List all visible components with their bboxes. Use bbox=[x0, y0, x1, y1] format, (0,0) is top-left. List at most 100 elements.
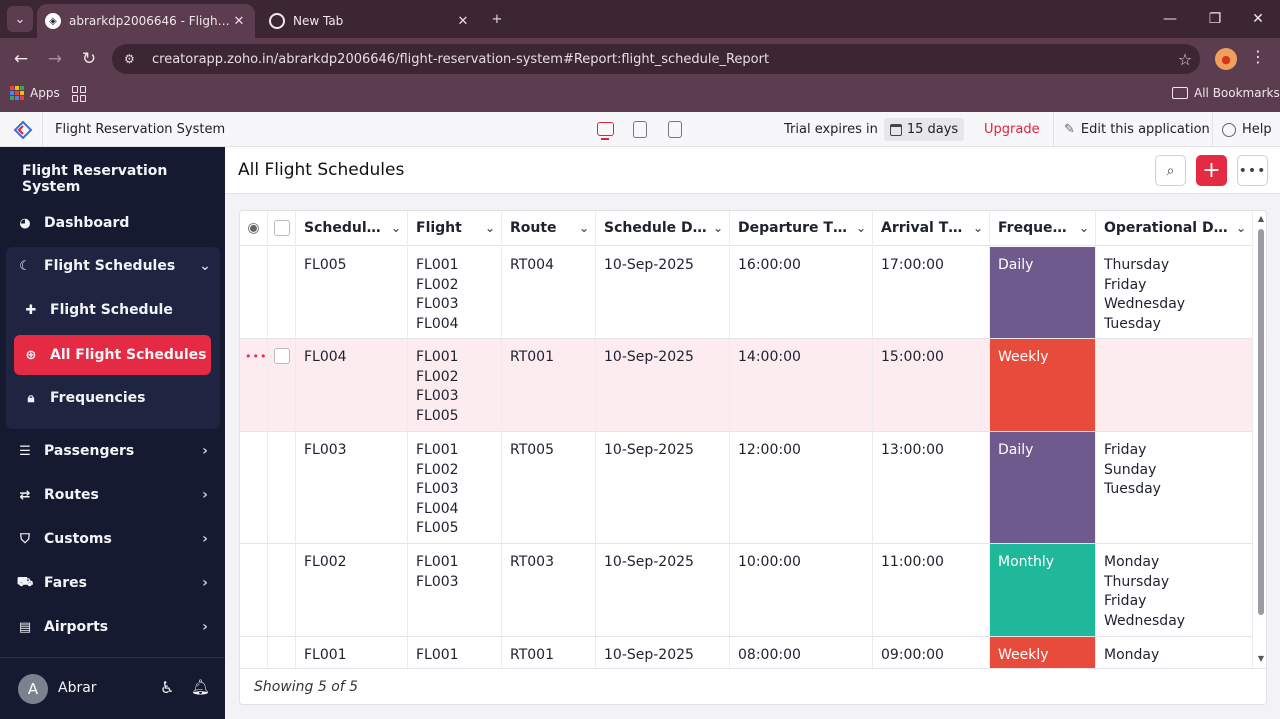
tab-close-icon[interactable]: ✕ bbox=[455, 14, 471, 29]
column-header-arrival-time[interactable]: Arrival Ti... ⌄ bbox=[873, 211, 990, 246]
route-icon: ⇄ bbox=[19, 487, 31, 503]
column-dropdown-chevron-icon[interactable]: ⌄ bbox=[850, 221, 872, 235]
add-record-button[interactable]: + bbox=[1196, 155, 1227, 186]
column-header-schedule-id[interactable]: Schedule... ⌄ bbox=[296, 211, 408, 246]
back-arrow-icon[interactable]: ← bbox=[8, 46, 34, 72]
row-actions-cell[interactable] bbox=[240, 247, 268, 339]
bookmark-apps[interactable]: Apps bbox=[10, 86, 60, 100]
profile-avatar-icon[interactable]: ● bbox=[1215, 48, 1237, 70]
vertical-scrollbar[interactable]: ▲ ▼ bbox=[1254, 211, 1266, 668]
chevron-right-icon: › bbox=[202, 575, 208, 591]
restore-icon[interactable]: ❐ bbox=[1197, 6, 1233, 32]
sidebar-item-frequencies[interactable]: 🔒︎ Frequencies bbox=[14, 378, 211, 418]
search-button[interactable]: ⌕ bbox=[1155, 155, 1186, 186]
column-dropdown-chevron-icon[interactable]: ⌄ bbox=[479, 221, 501, 235]
cell-operational-days: Monday bbox=[1096, 637, 1253, 668]
url-text: creatorapp.zoho.in/abrarkdp2006646/fligh… bbox=[152, 51, 770, 67]
column-dropdown-chevron-icon[interactable]: ⌄ bbox=[573, 221, 595, 235]
address-bar[interactable]: ⚙ creatorapp.zoho.in/abrarkdp2006646/fli… bbox=[112, 44, 1200, 74]
edit-application-button[interactable]: ✎ Edit this application bbox=[1064, 122, 1210, 137]
tab-active[interactable]: ◈ abrarkdp2006646 - Flight Rese ✕ bbox=[37, 4, 255, 38]
row-actions-cell[interactable]: ••• bbox=[240, 339, 268, 432]
column-dropdown-chevron-icon[interactable]: ⌄ bbox=[385, 221, 407, 235]
sidebar-item-label: Airports bbox=[44, 619, 109, 635]
zoho-creator-logo-icon[interactable] bbox=[12, 120, 34, 140]
column-header-schedule-date[interactable]: Schedule D... ⌄ bbox=[596, 211, 730, 246]
column-dropdown-chevron-icon[interactable]: ⌄ bbox=[707, 221, 729, 235]
sidebar-item-label: Passengers bbox=[44, 443, 135, 459]
window-close-icon[interactable]: ✕ bbox=[1240, 6, 1276, 32]
column-header-operational-days[interactable]: Operational Da... ⌄ bbox=[1096, 211, 1253, 246]
bookmark-star-icon[interactable]: ☆ bbox=[1170, 50, 1200, 69]
row-select-cell bbox=[268, 339, 296, 432]
frequency-badge: Daily bbox=[990, 432, 1096, 544]
sidebar-item-passengers[interactable]: ☰ Passengers › bbox=[8, 431, 214, 471]
minimize-icon[interactable]: — bbox=[1152, 6, 1188, 32]
bookmarks-bar: Apps All Bookmarks bbox=[0, 80, 1280, 112]
tab-groups-icon[interactable] bbox=[72, 86, 88, 102]
browser-menu-icon[interactable]: ⋮ bbox=[1248, 47, 1268, 71]
avatar[interactable]: A bbox=[18, 674, 48, 704]
column-header-route[interactable]: Route ⌄ bbox=[502, 211, 596, 246]
chevron-right-icon: › bbox=[202, 443, 208, 459]
column-header-departure-time[interactable]: Departure Ti... ⌄ bbox=[730, 211, 873, 246]
row-actions-cell[interactable] bbox=[240, 637, 268, 668]
cell-flight-list: FL001 FL002 FL003 FL004 FL005 bbox=[408, 432, 502, 544]
scroll-down-arrow-icon[interactable]: ▼ bbox=[1256, 654, 1266, 663]
column-header-flight-list[interactable]: Flight ⌄ bbox=[408, 211, 502, 246]
record-count: Showing 5 of 5 bbox=[254, 679, 359, 695]
row-actions-dots-icon[interactable]: ••• bbox=[245, 347, 267, 367]
accessibility-icon[interactable]: ♿︎ bbox=[160, 678, 174, 697]
help-button[interactable]: Help bbox=[1222, 122, 1272, 137]
reload-icon[interactable]: ↻ bbox=[76, 46, 102, 72]
new-tab-plus-icon[interactable]: + bbox=[484, 6, 510, 32]
sidebar-item-label: Frequencies bbox=[50, 390, 146, 406]
cell-route: RT004 bbox=[502, 247, 596, 339]
sidebar-item-all-flight-schedules[interactable]: ⊕ All Flight Schedules bbox=[14, 335, 211, 375]
forward-arrow-icon[interactable]: → bbox=[42, 46, 68, 72]
column-header-label: Arrival Ti... bbox=[881, 220, 967, 236]
edit-label: Edit this application bbox=[1080, 122, 1210, 137]
bell-icon[interactable]: 🔔︎ bbox=[191, 678, 210, 696]
column-header-frequency[interactable]: Frequen... ⌄ bbox=[990, 211, 1096, 246]
chevron-right-icon: › bbox=[202, 619, 208, 635]
column-visibility-header[interactable]: ◉ bbox=[240, 211, 268, 246]
site-settings-icon[interactable]: ⚙ bbox=[124, 52, 146, 66]
more-options-button[interactable]: ••• bbox=[1237, 155, 1268, 186]
cell-departure-time: 12:00:00 bbox=[730, 432, 873, 544]
browser-toolbar: ← → ↻ ⚙ creatorapp.zoho.in/abrarkdp20066… bbox=[0, 38, 1280, 80]
all-bookmarks[interactable]: All Bookmarks bbox=[1172, 86, 1280, 100]
column-header-label: Flight bbox=[416, 220, 462, 236]
row-actions-cell[interactable] bbox=[240, 544, 268, 637]
select-all-checkbox[interactable] bbox=[274, 220, 290, 236]
user-name[interactable]: Abrar bbox=[58, 680, 97, 696]
app-top-bar: Flight Reservation System Trial expires … bbox=[0, 112, 1280, 147]
row-actions-cell[interactable] bbox=[240, 432, 268, 544]
scroll-up-arrow-icon[interactable]: ▲ bbox=[1256, 214, 1266, 223]
tab-new-tab[interactable]: New Tab ✕ bbox=[261, 4, 479, 38]
sidebar-item-airports[interactable]: ▤ Airports › bbox=[8, 607, 214, 647]
sidebar-item-flight-schedule[interactable]: ✚ Flight Schedule bbox=[14, 290, 211, 330]
tablet-view-icon[interactable] bbox=[633, 121, 647, 138]
upgrade-link[interactable]: Upgrade bbox=[984, 122, 1040, 137]
apps-grid-icon bbox=[10, 86, 24, 100]
sidebar-item-dashboard[interactable]: ◕ Dashboard bbox=[8, 203, 205, 243]
column-dropdown-chevron-icon[interactable]: ⌄ bbox=[1073, 221, 1095, 235]
sidebar-item-fares[interactable]: ⛟ Fares › bbox=[8, 563, 214, 603]
column-dropdown-chevron-icon[interactable]: ⌄ bbox=[967, 221, 989, 235]
sidebar-item-routes[interactable]: ⇄ Routes › bbox=[8, 475, 214, 515]
row-checkbox[interactable] bbox=[274, 348, 290, 364]
column-header-label: Frequen... bbox=[998, 220, 1073, 236]
tab-close-icon[interactable]: ✕ bbox=[231, 14, 247, 29]
column-dropdown-chevron-icon[interactable]: ⌄ bbox=[1230, 221, 1252, 235]
tab-search-button[interactable]: ⌄ bbox=[7, 6, 33, 32]
tab-strip: ⌄ ◈ abrarkdp2006646 - Flight Rese ✕ New … bbox=[0, 0, 1280, 38]
mobile-view-icon[interactable] bbox=[668, 121, 682, 138]
desktop-view-icon[interactable] bbox=[597, 122, 614, 140]
sidebar-item-flight-schedules[interactable]: ☾ Flight Schedules ⌄ bbox=[8, 246, 214, 286]
cell-schedule-date: 10-Sep-2025 bbox=[596, 544, 730, 637]
cell-arrival-time: 15:00:00 bbox=[873, 339, 990, 432]
scroll-thumb[interactable] bbox=[1258, 229, 1264, 615]
cell-schedule-id: FL004 bbox=[296, 339, 408, 432]
sidebar-item-customs[interactable]: ⛉ Customs › bbox=[8, 519, 214, 559]
